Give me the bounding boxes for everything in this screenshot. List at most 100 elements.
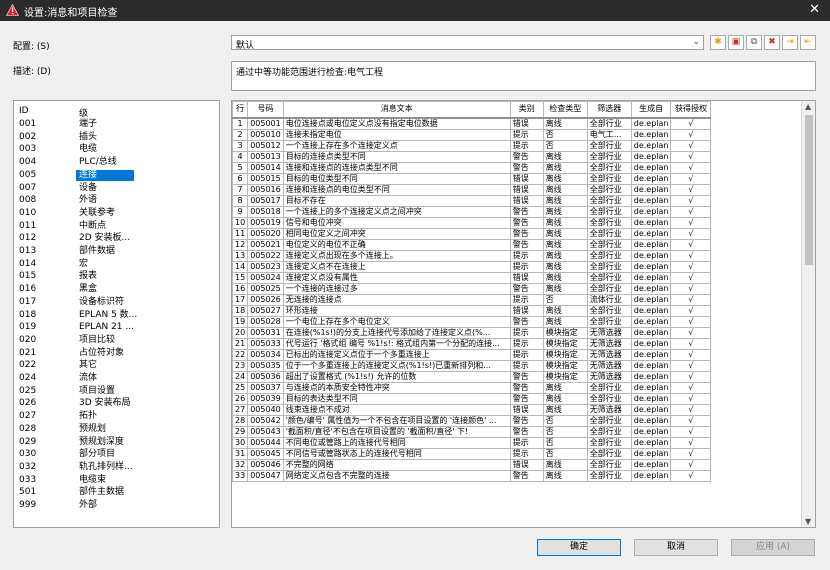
table-row[interactable]: 2 005010 连接未指定电位 提示否电气工... de.eplan √ xyxy=(232,128,712,141)
category-item[interactable]: 018 EPLAN 5 数... xyxy=(14,310,219,321)
table-row[interactable]: 26 005039 目标的表达类型不同 警告 离线 全部行业 de.eplan √ xyxy=(232,392,712,405)
category-item[interactable]: 999 外部 xyxy=(14,500,219,511)
category-item[interactable]: 025 项目设置 xyxy=(14,386,219,397)
category-item[interactable]: 004 PLC/总线 xyxy=(14,157,219,168)
category-item[interactable]: 013 部件数据 xyxy=(14,246,219,257)
table-row[interactable]: 17 005026 无连接的连接点 提示否流体行业 de.eplan √ xyxy=(232,293,712,306)
category-item[interactable]: 019 EPLAN 21 ... xyxy=(14,322,219,333)
category-item[interactable]: 003 电缆 xyxy=(14,144,219,155)
category-item[interactable]: 032 轨孔排列样... xyxy=(14,462,219,473)
table-row[interactable]: 10 005019 信号和电位冲突 警告 离线 全部行业 de.eplan √ xyxy=(232,216,712,229)
cell-row-number: 8 xyxy=(232,194,249,207)
table-row[interactable]: 27 005040 线束连接点不成对 错误 离线 无筛选器 de.eplan √ xyxy=(232,403,712,416)
category-level: 电缆 xyxy=(79,144,98,155)
category-item[interactable]: 005 连接 xyxy=(14,169,219,181)
grid-scrollbar[interactable]: ▲ ▼ xyxy=(801,101,815,527)
config-dropdown[interactable]: 默认 ⌄ xyxy=(231,35,704,51)
table-row[interactable]: 12 005021 电位定义的电位不正确 警告 离线 全部行业 de.eplan √ xyxy=(232,238,712,251)
col-header-licensed[interactable]: 获得授权 xyxy=(670,101,712,119)
export-config-button[interactable]: ⇤ xyxy=(800,35,816,50)
new-config-button[interactable]: ✱ xyxy=(710,35,726,50)
table-row[interactable]: 7 005016 连接和连接点的电位类型不同 错误 离线 全部行业 de.eplan √ xyxy=(232,183,712,196)
table-row[interactable]: 25 005037 与连接点的本质安全特性冲突 警告 离线 全部行业 de.eplan √ xyxy=(232,381,712,394)
category-list[interactable]: ID 级 001 端子 002 插头 003 电缆 004 PLC/总线 005 连接 007 设备 0… xyxy=(13,100,220,528)
table-row[interactable]: 18 005027 环形连接 错误 离线 全部行业 de.eplan √ xyxy=(232,304,712,317)
category-item[interactable]: 026 3D 安装布局 xyxy=(14,398,219,409)
table-row[interactable]: 22 005034 已标出的连接定义点位于一个多重连接上 提示 模块指定 无筛选器 de.e… xyxy=(232,348,712,361)
col-header-check-type[interactable]: 检查类型 xyxy=(542,101,588,119)
description-field[interactable]: 通过中等功能范围进行检查:电气工程 xyxy=(231,61,816,91)
scroll-thumb[interactable] xyxy=(805,115,813,265)
category-item[interactable]: 001 端子 xyxy=(14,119,219,130)
col-header-filter[interactable]: 筛选器 xyxy=(586,101,632,119)
table-row[interactable]: 5 005014 连接和连接点的连接点类型不同 警告 离线 全部行业 de.eplan √ xyxy=(232,161,712,174)
message-grid[interactable]: 行号码 消息文本 类别 检查类型 筛选器 生成自 获得授权 1 005001 电位连接点或电位定… xyxy=(231,100,816,528)
scroll-up-icon[interactable]: ▲ xyxy=(805,102,811,111)
col-header-generated-from[interactable]: 生成自 xyxy=(630,101,672,119)
table-row[interactable]: 33 005047 网络定义点包含不完整的连接 警告 离线 全部行业 de.eplan √ xyxy=(232,469,712,482)
col-header-row-number[interactable]: 行 xyxy=(232,101,249,119)
category-item[interactable]: 007 设备 xyxy=(14,183,219,194)
cell-category: 警告 xyxy=(509,315,544,328)
table-row[interactable]: 24 005036 超出了设置格式 (%1!s!) 允许的位数 警告 模块指定 无筛选器 d… xyxy=(232,370,712,383)
col-header-id[interactable]: ID xyxy=(19,106,29,116)
category-id: 008 xyxy=(19,195,37,206)
chevron-down-icon[interactable]: ⌄ xyxy=(692,37,700,47)
category-item[interactable]: 501 部件主数据 xyxy=(14,487,219,498)
category-id: 025 xyxy=(19,385,37,396)
category-item[interactable]: 029 预规划深度 xyxy=(14,437,219,448)
table-row[interactable]: 16 005025 一个连接的连接过多 警告 离线 全部行业 de.eplan √ xyxy=(232,282,712,295)
category-item[interactable]: 017 设备标识符 xyxy=(14,297,219,308)
category-item[interactable]: 011 中断点 xyxy=(14,221,219,232)
table-row[interactable]: 11 005020 相同电位定义之间冲突 警告 离线 全部行业 de.eplan √ xyxy=(232,227,712,240)
category-item[interactable]: 021 占位符对象 xyxy=(14,348,219,359)
category-item[interactable]: 022 其它 xyxy=(14,360,219,371)
col-header-message-number[interactable]: 号码 xyxy=(247,101,284,119)
table-row[interactable]: 3 005012 一个连接上存在多个连接定义点 提示否全部行业 de.eplan √ xyxy=(232,139,712,152)
import-config-button[interactable]: ⇥ xyxy=(782,35,798,50)
close-icon[interactable]: ✕ xyxy=(809,2,820,17)
col-header-level[interactable]: 级 xyxy=(79,106,88,119)
table-row[interactable]: 8 005017 目标不存在 错误 离线 全部行业 de.eplan √ xyxy=(232,194,712,207)
table-row[interactable]: 29 005043 '截面积/直径'不包含在项目设置的 '截面积/直径' 下! 警告否… xyxy=(232,425,712,438)
category-item[interactable]: 014 宏 xyxy=(14,259,219,270)
category-item[interactable]: 024 流体 xyxy=(14,373,219,384)
table-row[interactable]: 31 005045 不同信号或管路状态上的连接代号相同 提示否全部行业 de.eplan… xyxy=(232,447,712,460)
table-row[interactable]: 19 005028 一个电位上存在多个电位定义 警告 离线 全部行业 de.eplan √ xyxy=(232,315,712,328)
config-value: 默认 xyxy=(236,41,255,51)
category-item[interactable]: 002 插头 xyxy=(14,132,219,143)
col-header-message-text[interactable]: 消息文本 xyxy=(282,101,511,119)
table-row[interactable]: 6 005015 目标的电位类型不同 错误 离线 全部行业 de.eplan √ xyxy=(232,172,712,185)
save-config-button[interactable]: ▣ xyxy=(728,35,744,50)
table-row[interactable]: 14 005023 连接定义点不在连接上 提示 离线 全部行业 de.eplan √ xyxy=(232,260,712,273)
col-header-category[interactable]: 类别 xyxy=(509,101,544,119)
table-row[interactable]: 23 005035 位于一个多重连接上的连接定义点(%1!s!)已重新排列和... 提… xyxy=(232,359,712,372)
category-item[interactable]: 028 预规划 xyxy=(14,424,219,435)
category-item[interactable]: 020 项目比较 xyxy=(14,335,219,346)
ok-button[interactable]: 确定 xyxy=(537,539,621,556)
category-item[interactable]: 027 拓扑 xyxy=(14,411,219,422)
category-item[interactable]: 008 外语 xyxy=(14,195,219,206)
delete-config-button[interactable]: ✖ xyxy=(764,35,780,50)
table-row[interactable]: 30 005044 不同电位或管路上的连接代号相同 提示否全部行业 de.eplan √ xyxy=(232,436,712,449)
table-row[interactable]: 13 005022 连接定义点出现在多个连接上。 提示 离线 全部行业 de.eplan √ xyxy=(232,249,712,262)
table-row[interactable]: 1 005001 电位连接点或电位定义点没有指定电位数据 错误 离线 全部行业 de.epl… xyxy=(232,117,712,130)
cancel-button[interactable]: 取消 xyxy=(634,539,718,556)
table-row[interactable]: 28 005042 '颜色/编号' 属性值为一个不包含在项目设置的 '连接颜色' .… xyxy=(232,414,712,427)
category-item[interactable]: 033 电缆束 xyxy=(14,475,219,486)
category-item[interactable]: 030 部分项目 xyxy=(14,449,219,460)
category-item[interactable]: 016 黑盒 xyxy=(14,284,219,295)
table-row[interactable]: 32 005046 不完整的网络 错误 离线 全部行业 de.eplan √ xyxy=(232,458,712,471)
table-row[interactable]: 20 005031 在连接(%1s!)的分支上连接代号添加给了连接定义点(%... 提… xyxy=(232,326,712,339)
scroll-down-icon[interactable]: ▼ xyxy=(805,517,811,526)
category-item[interactable]: 010 关联参考 xyxy=(14,208,219,219)
table-row[interactable]: 4 005013 目标的连接点类型不同 警告 离线 全部行业 de.eplan √ xyxy=(232,150,712,163)
table-row[interactable]: 21 005033 代号运行 '格式组 编号 %1!s!: 格式组内第一个分配的连接… xyxy=(232,337,712,350)
cell-message-text: 代号运行 '格式组 编号 %1!s!: 格式组内第一个分配的连接... xyxy=(282,337,511,350)
category-item[interactable]: 015 报表 xyxy=(14,271,219,282)
apply-button[interactable]: 应用 (A) xyxy=(731,539,815,556)
table-row[interactable]: 15 005024 连接定义点没有属性 错误 离线 全部行业 de.eplan √ xyxy=(232,271,712,284)
copy-config-button[interactable]: ⧉ xyxy=(746,35,762,50)
table-row[interactable]: 9 005018 一个连接上的多个连接定义点之间冲突 警告 离线 全部行业 de.eplan… xyxy=(232,205,712,218)
category-item[interactable]: 012 2D 安装板... xyxy=(14,233,219,244)
